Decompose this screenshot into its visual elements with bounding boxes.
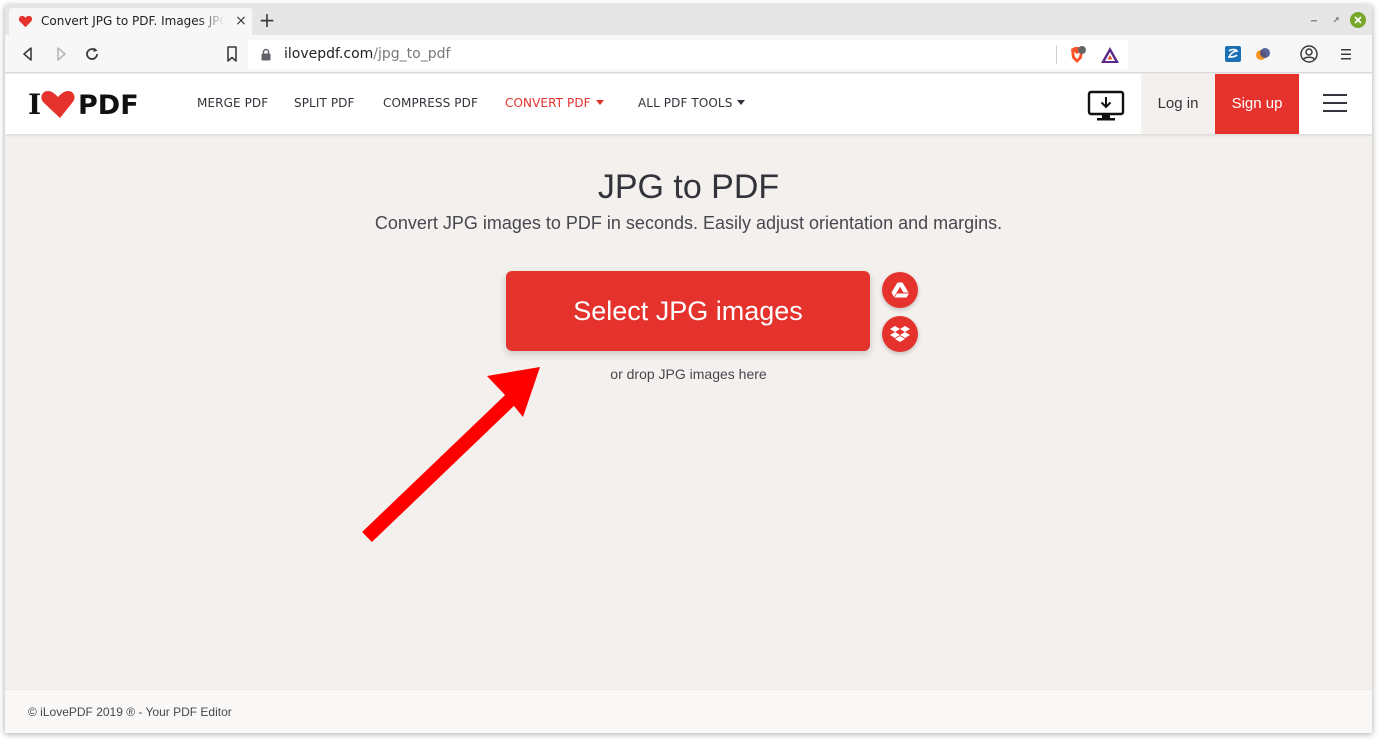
url-separator: [1056, 45, 1057, 64]
url-host: ilovepdf.com: [284, 46, 374, 62]
address-bar[interactable]: ilovepdf.com/jpg_to_pdf: [248, 40, 1128, 69]
new-tab-button[interactable]: +: [257, 9, 277, 31]
url-path: /jpg_to_pdf: [373, 46, 451, 62]
nav-convert-label: CONVERT PDF: [505, 96, 591, 110]
tab-close-icon[interactable]: ×: [233, 12, 249, 30]
site-navbar: I PDF MERGE PDF SPLIT PDF COMPRESS PDF C…: [5, 74, 1372, 134]
hamburger-icon[interactable]: [1323, 94, 1347, 112]
logo-heart-icon: [41, 91, 75, 118]
extension-2-icon[interactable]: [1253, 44, 1273, 64]
drop-hint: or drop JPG images here: [610, 366, 767, 382]
nav-merge-pdf[interactable]: MERGE PDF: [197, 96, 268, 110]
dropbox-icon: [890, 326, 910, 342]
logo-text-pdf: PDF: [78, 90, 139, 120]
browser-tab[interactable]: Convert JPG to PDF. Images JPG to PDF ×: [9, 8, 252, 35]
footer-copyright: © iLovePDF 2019 ® - Your PDF Editor: [28, 705, 232, 719]
window-close-icon[interactable]: [1350, 12, 1366, 28]
maximize-icon[interactable]: [1328, 12, 1344, 28]
lock-icon: [261, 48, 271, 61]
page-title: JPG to PDF: [597, 168, 780, 206]
tab-strip: Convert JPG to PDF. Images JPG to PDF × …: [5, 5, 1372, 35]
tab-title: Convert JPG to PDF. Images JPG to PDF: [41, 14, 225, 28]
google-drive-button[interactable]: [882, 272, 918, 308]
nav-split-pdf[interactable]: SPLIT PDF: [294, 96, 355, 110]
menu-icon[interactable]: [1336, 44, 1356, 64]
url-text: ilovepdf.com/jpg_to_pdf: [284, 46, 450, 62]
nav-convert-pdf[interactable]: CONVERT PDF: [505, 96, 604, 110]
brave-rewards-icon[interactable]: [1100, 46, 1120, 64]
browser-toolbar: ilovepdf.com/jpg_to_pdf: [5, 35, 1372, 73]
logo-letter-i: I: [28, 88, 41, 120]
browser-window: Convert JPG to PDF. Images JPG to PDF × …: [5, 5, 1372, 733]
back-icon[interactable]: [18, 44, 38, 64]
signup-button[interactable]: Sign up: [1215, 74, 1299, 134]
login-button[interactable]: Log in: [1141, 74, 1215, 134]
profile-icon[interactable]: [1299, 44, 1319, 64]
desktop-download-icon[interactable]: [1087, 90, 1125, 122]
nav-all-tools-label: ALL PDF TOOLS: [638, 96, 733, 110]
page-subtitle: Convert JPG images to PDF in seconds. Ea…: [374, 213, 1003, 233]
google-drive-icon: [891, 282, 909, 298]
bookmark-icon[interactable]: [222, 44, 242, 64]
site-footer: © iLovePDF 2019 ® - Your PDF Editor: [5, 689, 1372, 733]
minimize-icon[interactable]: [1306, 12, 1322, 28]
arrow-annotation-icon: [362, 367, 540, 543]
forward-icon[interactable]: [51, 44, 71, 64]
extension-icon[interactable]: [1223, 44, 1243, 64]
chevron-down-icon: [737, 100, 746, 105]
nav-all-pdf-tools[interactable]: ALL PDF TOOLS: [638, 96, 746, 110]
reload-icon[interactable]: [82, 44, 102, 64]
brave-shield-icon[interactable]: [1067, 45, 1087, 65]
heart-favicon-icon: [18, 15, 33, 28]
select-jpg-images-button[interactable]: Select JPG images: [506, 271, 870, 351]
nav-compress-pdf[interactable]: COMPRESS PDF: [383, 96, 478, 110]
ilovepdf-logo[interactable]: I PDF: [28, 88, 152, 120]
dropbox-button[interactable]: [882, 316, 918, 352]
chevron-down-icon: [595, 100, 604, 105]
